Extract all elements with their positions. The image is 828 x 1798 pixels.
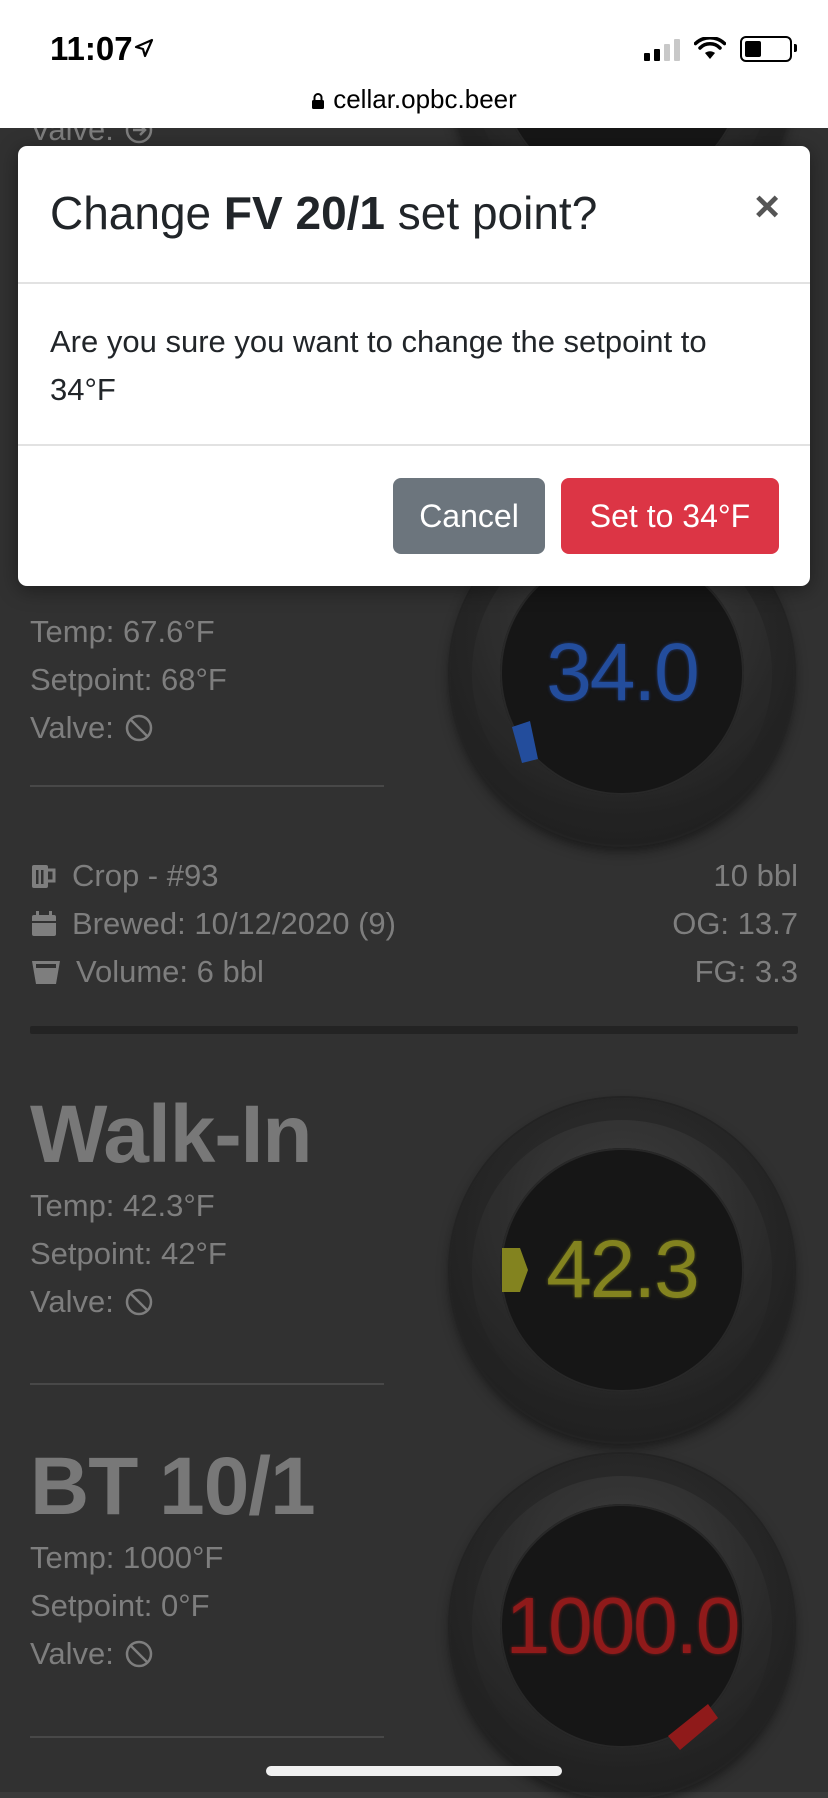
url-bar[interactable]: cellar.opbc.beer bbox=[0, 84, 828, 115]
tank-capacity: 10 bbl bbox=[713, 858, 798, 893]
valve-label: Valve: bbox=[30, 1636, 114, 1671]
cancel-button[interactable]: Cancel bbox=[393, 478, 545, 554]
batch-volume: Volume: 6 bbl bbox=[76, 954, 264, 989]
title-suffix: set point? bbox=[385, 187, 598, 239]
title-tank-name: FV 20/1 bbox=[223, 187, 386, 239]
clock: 11:07 bbox=[50, 30, 133, 67]
brewed-date: Brewed: 10/12/2020 (9) bbox=[72, 906, 396, 941]
valve-label: Valve: bbox=[30, 710, 114, 745]
url-text: cellar.opbc.beer bbox=[333, 84, 517, 114]
walkin-gauge-reading: 42.3 bbox=[546, 1224, 700, 1315]
beer-name: Crop - #93 bbox=[72, 858, 219, 893]
bt-gauge[interactable]: 1000.0 bbox=[450, 1454, 794, 1798]
divider bbox=[30, 1736, 384, 1738]
divider bbox=[30, 785, 384, 787]
valve-closed-icon bbox=[125, 1640, 153, 1668]
modal-title: Change FV 20/1 set point? bbox=[50, 186, 597, 240]
final-gravity: FG: 3.3 bbox=[694, 954, 798, 989]
beer-mug-icon bbox=[32, 865, 56, 888]
calendar-icon bbox=[32, 911, 56, 936]
walkin-gauge[interactable]: 42.3 bbox=[450, 1098, 794, 1442]
modal-body: Are you sure you want to change the setp… bbox=[18, 284, 810, 446]
browser-status-bar: 11:07 cellar.opbc.beer bbox=[0, 0, 828, 128]
location-arrow-icon bbox=[134, 38, 154, 58]
confirm-setpoint-button[interactable]: Set to 34°F bbox=[561, 478, 779, 554]
valve-closed-icon bbox=[125, 1288, 153, 1316]
valve-label: Valve: bbox=[30, 1284, 114, 1319]
wifi-icon bbox=[694, 37, 726, 59]
cellular-signal-icon bbox=[644, 37, 680, 61]
title-prefix: Change bbox=[50, 187, 224, 239]
battery-icon bbox=[740, 36, 797, 62]
lock-icon bbox=[312, 93, 325, 110]
valve-closed-icon bbox=[125, 714, 153, 742]
bt-gauge-reading: 1000.0 bbox=[505, 1581, 741, 1670]
original-gravity: OG: 13.7 bbox=[672, 906, 798, 941]
modal-header: Change FV 20/1 set point? × bbox=[18, 146, 810, 284]
tank-divider bbox=[30, 1026, 798, 1034]
setpoint-confirm-modal: Change FV 20/1 set point? × Are you sure… bbox=[18, 146, 810, 586]
home-indicator[interactable] bbox=[266, 1766, 562, 1776]
batch-info: Crop - #93 10 bbl Brewed: 10/12/2020 (9)… bbox=[30, 852, 798, 996]
divider bbox=[30, 1383, 384, 1385]
close-icon[interactable]: × bbox=[754, 182, 780, 232]
glass-icon bbox=[32, 961, 60, 984]
confirm-message: Are you sure you want to change the setp… bbox=[50, 324, 707, 407]
